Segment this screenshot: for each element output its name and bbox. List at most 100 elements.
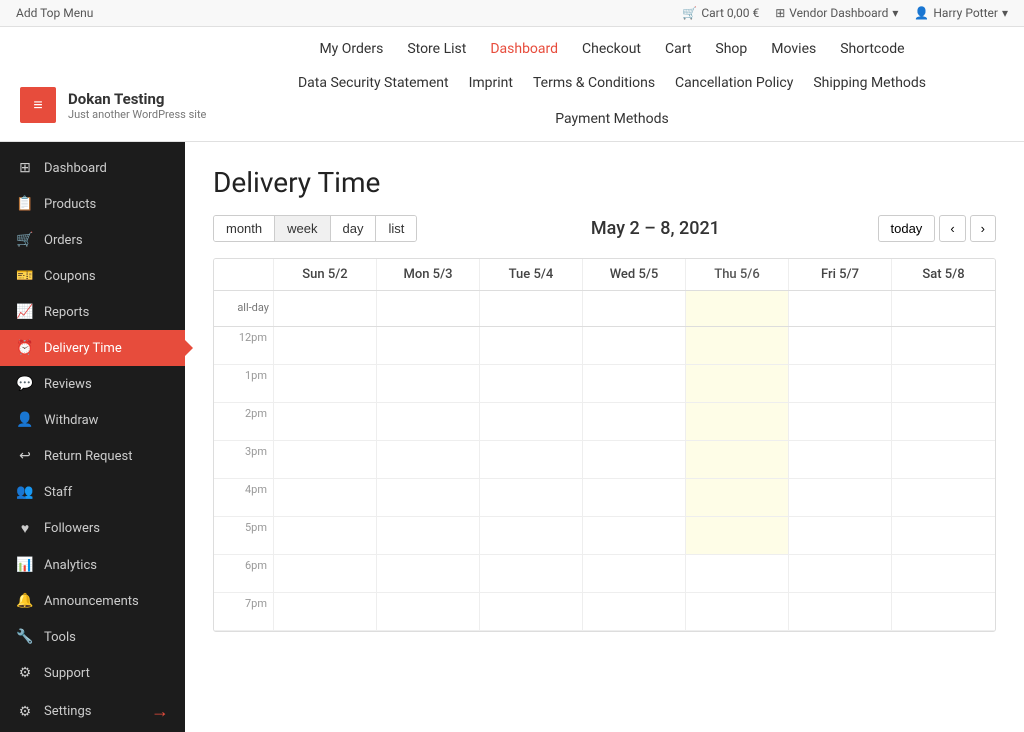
sidebar-item-followers[interactable]: ♥ Followers xyxy=(0,510,185,547)
sidebar-item-announcements[interactable]: 🔔 Announcements xyxy=(0,583,185,619)
vendor-dashboard-link[interactable]: ⊞ Vendor Dashboard ▾ xyxy=(775,6,898,20)
next-button[interactable]: › xyxy=(970,215,996,242)
sidebar-item-reviews[interactable]: 💬 Reviews xyxy=(0,366,185,402)
cell-sat-1pm[interactable] xyxy=(892,365,995,402)
day-view-button[interactable]: day xyxy=(331,216,377,241)
cell-sun-12pm[interactable] xyxy=(274,327,377,364)
cell-mon-2pm[interactable] xyxy=(377,403,480,440)
cell-tue-1pm[interactable] xyxy=(480,365,583,402)
cell-sun-3pm[interactable] xyxy=(274,441,377,478)
sidebar-item-products[interactable]: 📋 Products xyxy=(0,186,185,222)
cell-mon-3pm[interactable] xyxy=(377,441,480,478)
sidebar-item-analytics[interactable]: 📊 Analytics xyxy=(0,547,185,583)
cell-tue-4pm[interactable] xyxy=(480,479,583,516)
nav-data-security[interactable]: Data Security Statement xyxy=(298,75,449,91)
cell-wed-2pm[interactable] xyxy=(583,403,686,440)
nav-store-list[interactable]: Store List xyxy=(407,41,466,57)
cell-tue-12pm[interactable] xyxy=(480,327,583,364)
cell-wed-7pm[interactable] xyxy=(583,593,686,630)
cell-wed-1pm[interactable] xyxy=(583,365,686,402)
cell-fri-4pm[interactable] xyxy=(789,479,892,516)
cell-mon-12pm[interactable] xyxy=(377,327,480,364)
sidebar-item-return-request[interactable]: ↩ Return Request xyxy=(0,438,185,474)
all-day-mon[interactable] xyxy=(377,291,480,326)
site-name[interactable]: Dokan Testing xyxy=(68,90,206,108)
cell-fri-1pm[interactable] xyxy=(789,365,892,402)
nav-checkout[interactable]: Checkout xyxy=(582,41,641,57)
sidebar-item-coupons[interactable]: 🎫 Coupons xyxy=(0,258,185,294)
all-day-thu[interactable] xyxy=(686,291,789,326)
cell-sun-2pm[interactable] xyxy=(274,403,377,440)
cell-sat-2pm[interactable] xyxy=(892,403,995,440)
all-day-sat[interactable] xyxy=(892,291,995,326)
cell-wed-3pm[interactable] xyxy=(583,441,686,478)
nav-imprint[interactable]: Imprint xyxy=(469,75,513,91)
sidebar-item-staff[interactable]: 👥 Staff xyxy=(0,474,185,510)
cell-thu-12pm[interactable] xyxy=(686,327,789,364)
sidebar-item-dashboard[interactable]: ⊞ Dashboard xyxy=(0,150,185,186)
cell-tue-6pm[interactable] xyxy=(480,555,583,592)
cell-wed-5pm[interactable] xyxy=(583,517,686,554)
sidebar-item-reports[interactable]: 📈 Reports xyxy=(0,294,185,330)
all-day-fri[interactable] xyxy=(789,291,892,326)
cell-thu-2pm[interactable] xyxy=(686,403,789,440)
cell-thu-6pm[interactable] xyxy=(686,555,789,592)
cell-sun-4pm[interactable] xyxy=(274,479,377,516)
cart-link[interactable]: 🛒 Cart 0,00 € xyxy=(682,6,759,20)
user-menu[interactable]: 👤 Harry Potter ▾ xyxy=(914,6,1008,20)
cell-fri-5pm[interactable] xyxy=(789,517,892,554)
cell-sun-5pm[interactable] xyxy=(274,517,377,554)
cell-wed-6pm[interactable] xyxy=(583,555,686,592)
cell-tue-3pm[interactable] xyxy=(480,441,583,478)
sidebar-item-withdraw[interactable]: 👤 Withdraw xyxy=(0,402,185,438)
cell-sat-3pm[interactable] xyxy=(892,441,995,478)
sidebar-item-tools[interactable]: 🔧 Tools xyxy=(0,619,185,655)
cell-thu-5pm[interactable] xyxy=(686,517,789,554)
cell-fri-6pm[interactable] xyxy=(789,555,892,592)
cell-fri-2pm[interactable] xyxy=(789,403,892,440)
nav-shipping[interactable]: Shipping Methods xyxy=(813,75,926,91)
cell-tue-5pm[interactable] xyxy=(480,517,583,554)
cell-sun-1pm[interactable] xyxy=(274,365,377,402)
cell-mon-1pm[interactable] xyxy=(377,365,480,402)
all-day-tue[interactable] xyxy=(480,291,583,326)
cell-thu-3pm[interactable] xyxy=(686,441,789,478)
cell-wed-4pm[interactable] xyxy=(583,479,686,516)
today-button[interactable]: today xyxy=(878,215,936,242)
cell-mon-4pm[interactable] xyxy=(377,479,480,516)
cell-wed-12pm[interactable] xyxy=(583,327,686,364)
nav-shop[interactable]: Shop xyxy=(715,41,747,57)
cell-mon-5pm[interactable] xyxy=(377,517,480,554)
nav-terms[interactable]: Terms & Conditions xyxy=(533,75,655,91)
cell-sat-12pm[interactable] xyxy=(892,327,995,364)
all-day-sun[interactable] xyxy=(274,291,377,326)
nav-movies[interactable]: Movies xyxy=(771,41,816,57)
nav-my-orders[interactable]: My Orders xyxy=(319,41,383,57)
list-view-button[interactable]: list xyxy=(376,216,416,241)
month-view-button[interactable]: month xyxy=(214,216,275,241)
nav-dashboard[interactable]: Dashboard xyxy=(490,41,558,57)
cell-fri-3pm[interactable] xyxy=(789,441,892,478)
nav-cancellation[interactable]: Cancellation Policy xyxy=(675,75,793,91)
sidebar-item-delivery-time[interactable]: ⏰ Delivery Time xyxy=(0,330,185,366)
cell-sat-5pm[interactable] xyxy=(892,517,995,554)
add-top-menu[interactable]: Add Top Menu xyxy=(16,6,93,20)
cell-thu-4pm[interactable] xyxy=(686,479,789,516)
cell-sat-7pm[interactable] xyxy=(892,593,995,630)
cell-sat-4pm[interactable] xyxy=(892,479,995,516)
sidebar-item-settings[interactable]: ⚙ Settings → xyxy=(0,691,185,732)
cell-thu-1pm[interactable] xyxy=(686,365,789,402)
cell-thu-7pm[interactable] xyxy=(686,593,789,630)
cell-sun-6pm[interactable] xyxy=(274,555,377,592)
sidebar-item-support[interactable]: ⚙ Support xyxy=(0,655,185,691)
cell-fri-12pm[interactable] xyxy=(789,327,892,364)
prev-button[interactable]: ‹ xyxy=(939,215,965,242)
cell-tue-2pm[interactable] xyxy=(480,403,583,440)
sidebar-item-orders[interactable]: 🛒 Orders xyxy=(0,222,185,258)
week-view-button[interactable]: week xyxy=(275,216,330,241)
nav-shortcode[interactable]: Shortcode xyxy=(840,41,904,57)
cell-fri-7pm[interactable] xyxy=(789,593,892,630)
nav-cart[interactable]: Cart xyxy=(665,41,691,57)
cell-sun-7pm[interactable] xyxy=(274,593,377,630)
nav-payment-methods[interactable]: Payment Methods xyxy=(555,111,668,127)
